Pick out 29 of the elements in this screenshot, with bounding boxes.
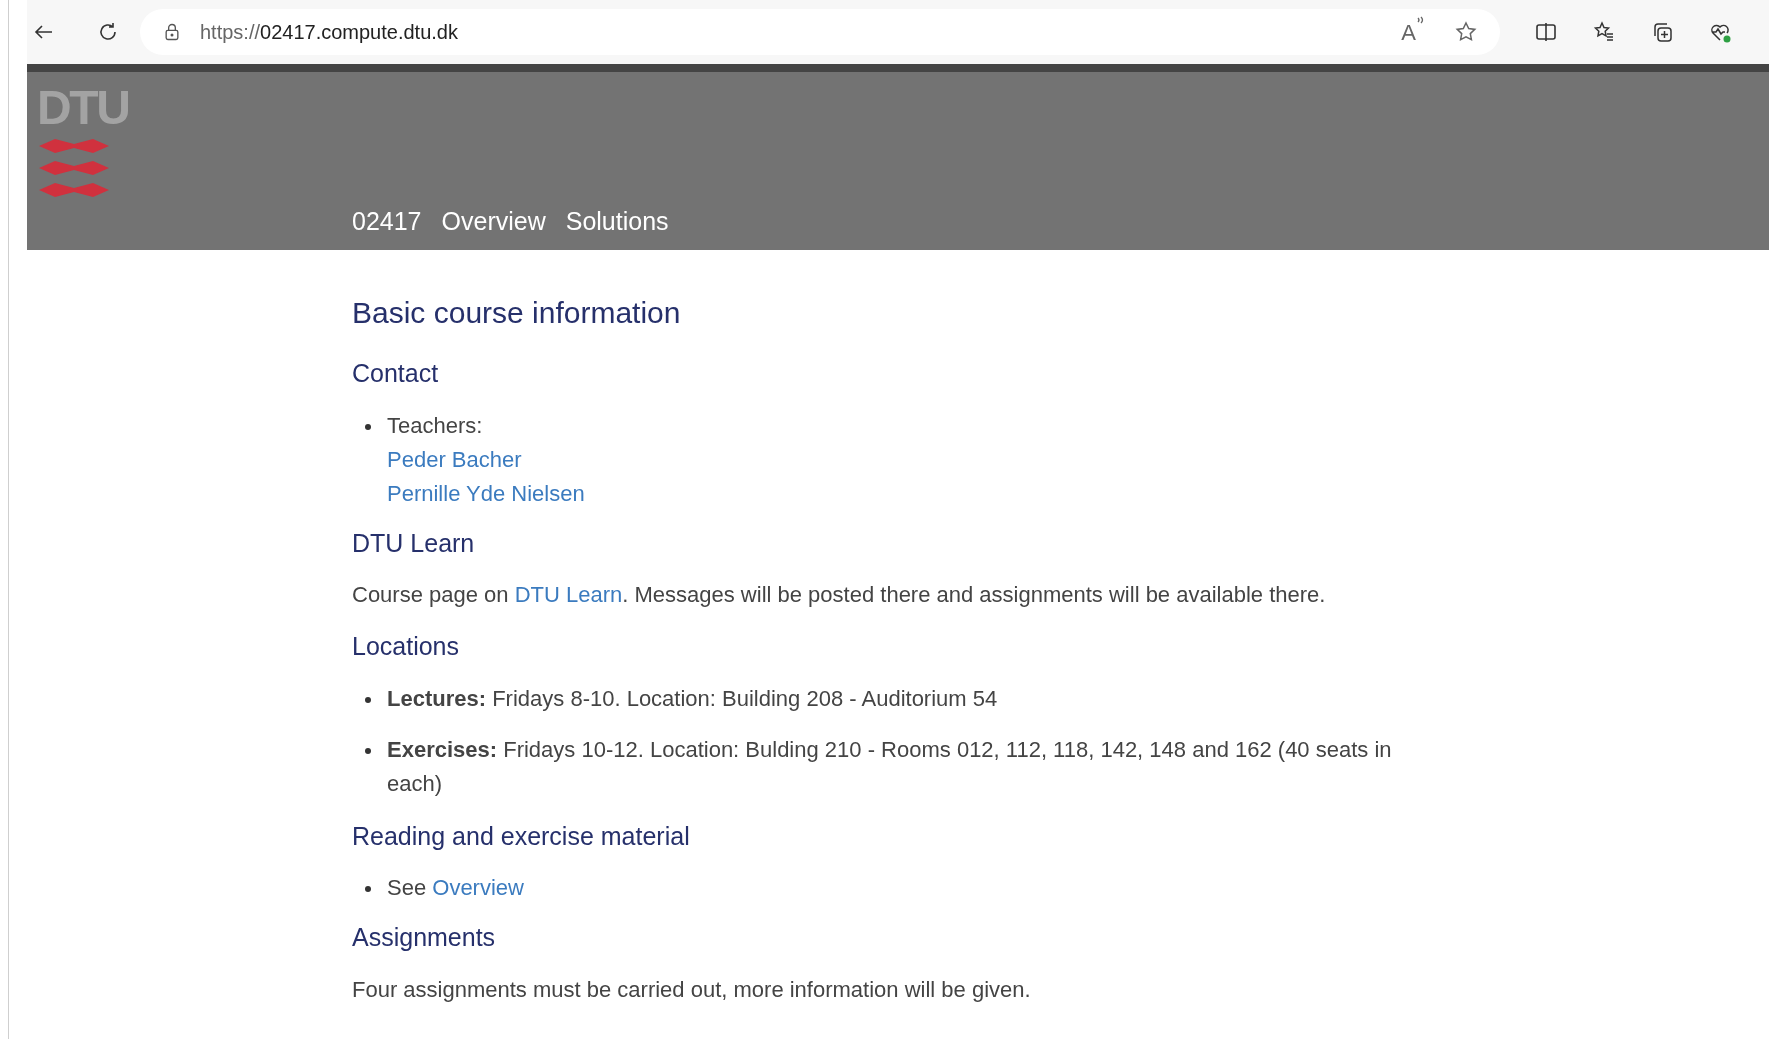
paragraph: Four assignments must be carried out, more information will be given. xyxy=(352,975,1032,1004)
bullet-icon xyxy=(365,747,371,754)
bullet-icon xyxy=(365,423,371,430)
page-title: Basic course information xyxy=(352,295,682,331)
home-link[interactable]: 02417 xyxy=(352,202,422,240)
url-text: https://02417.compute.dtu.dk xyxy=(200,20,458,45)
bullet-icon xyxy=(365,696,371,703)
item-text: Exercises: Fridays 10-12. Location: Bulding 210 - Rooms 012, 112, 118, 142, 148 and 162 (40 seats in each) xyxy=(387,736,1392,796)
nav-link[interactable]: Overview xyxy=(441,202,546,240)
section-heading: Assignments xyxy=(352,922,497,953)
section-heading: Locations xyxy=(352,631,461,662)
section-heading: Contact xyxy=(352,358,440,389)
star-icon[interactable] xyxy=(1454,20,1478,44)
logo-icon xyxy=(37,136,111,200)
bullet-icon xyxy=(365,886,371,892)
item-text: Lectures: Fridays 8-10. Location: Building 208 - Auditorium 54 xyxy=(387,685,998,711)
paragraph: Course page on DTU Learn. Messages will be posted there and assignments will be available there. xyxy=(352,581,1327,609)
item-text: Teachers: xyxy=(387,411,484,440)
split-screen-icon[interactable] xyxy=(1534,20,1558,44)
section-heading: DTU Learn xyxy=(352,527,476,559)
address-bar[interactable]: https://02417.compute.dtu.dk A xyxy=(140,9,1500,55)
link[interactable]: DTU Learn xyxy=(514,582,623,607)
link[interactable]: Overview xyxy=(432,875,524,900)
item-text: See xyxy=(387,875,428,900)
link[interactable]: Pernille Yde Nielsen xyxy=(387,476,585,511)
link[interactable]: Peder Bacher xyxy=(387,442,585,477)
nav-link[interactable]: Solutions xyxy=(565,202,669,240)
section-heading: Reading and exercise material xyxy=(352,820,691,852)
favorites-icon[interactable] xyxy=(1592,20,1616,44)
